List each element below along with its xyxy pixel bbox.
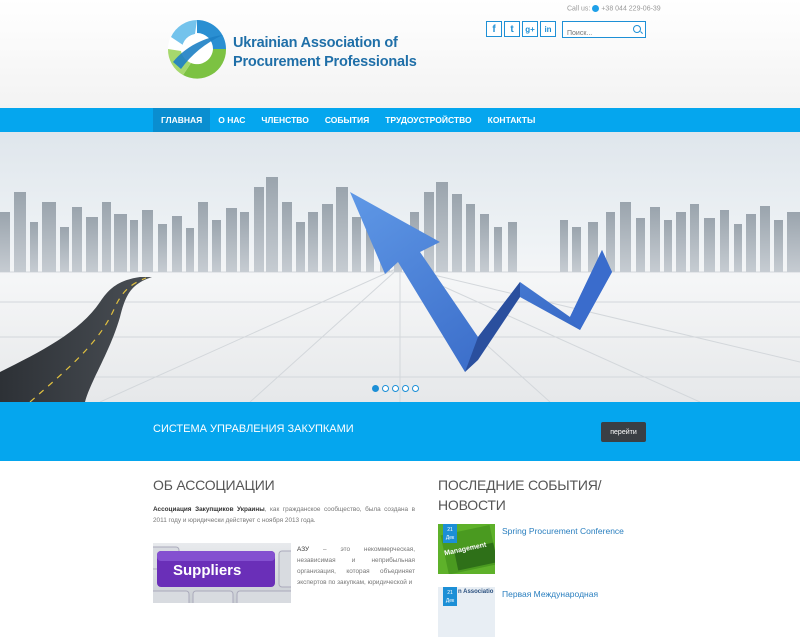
phone-number: +38 044 229-06-39: [601, 5, 661, 13]
date-month: Дек: [445, 598, 455, 604]
about-heading: ОБ АССОЦИАЦИИ: [153, 477, 275, 493]
org-name-line2: Procurement Professionals: [233, 54, 417, 70]
contact-label: Call us:: [567, 5, 591, 13]
go-button[interactable]: перейти: [601, 422, 646, 442]
nav-item-employment[interactable]: ТРУДОУСТРОЙСТВО: [377, 108, 479, 132]
news-title-link[interactable]: Первая Международная: [502, 589, 598, 599]
date-badge: 21 Дек: [443, 524, 457, 543]
twitter-icon[interactable]: t: [504, 21, 520, 37]
about-p1-lead[interactable]: Ассоциация Закупщиков Украины: [153, 506, 265, 513]
slider-dot-5[interactable]: [412, 385, 419, 392]
news-item: Management 21 Дек Spring Procurement Con…: [438, 524, 648, 574]
about-paragraph-2: АЗУ – это некоммерческая, независимая и …: [297, 544, 415, 588]
news-heading: ПОСЛЕДНИЕ СОБЫТИЯ/ НОВОСТИ: [438, 477, 602, 513]
contact-info: Call us: +38 044 229-06-39: [567, 5, 661, 12]
about-p2-lead: АЗУ: [297, 546, 310, 553]
slider-dots: [372, 385, 419, 392]
news-item: n Associatio 21 Дек Первая Международная: [438, 587, 648, 637]
banner-text: СИСТЕМА УПРАВЛЕНИЯ ЗАКУПКАМИ: [153, 423, 354, 435]
date-day: 21: [447, 527, 453, 533]
skype-icon[interactable]: [592, 5, 600, 12]
org-name-line1: Ukrainian Association of: [233, 35, 398, 51]
search-box: [562, 21, 646, 41]
main-nav: ГЛАВНАЯ О НАС ЧЛЕНСТВО СОБЫТИЯ ТРУДОУСТР…: [0, 108, 800, 132]
date-month: Дек: [445, 535, 455, 541]
suppliers-keyboard-image: Suppliers: [153, 543, 291, 603]
news-thumbnail[interactable]: Management 21 Дек: [438, 524, 495, 574]
slider-dot-1[interactable]: [372, 385, 379, 392]
about-paragraph-1: Ассоциация Закупщиков Украины, как гражд…: [153, 505, 415, 526]
procurement-banner: СИСТЕМА УПРАВЛЕНИЯ ЗАКУПКАМИ перейти: [0, 402, 800, 461]
slider-dot-4[interactable]: [402, 385, 409, 392]
news-title-link[interactable]: Spring Procurement Conference: [502, 526, 624, 536]
nav-item-events[interactable]: СОБЫТИЯ: [317, 108, 377, 132]
nav-item-home[interactable]: ГЛАВНАЯ: [153, 108, 211, 132]
slider-dot-3[interactable]: [392, 385, 399, 392]
nav-item-about[interactable]: О НАС: [210, 108, 253, 132]
facebook-icon[interactable]: f: [486, 21, 502, 37]
slide-image: [0, 177, 800, 402]
about-p2-text: – это некоммерческая, независимая и непр…: [297, 546, 415, 586]
nav-item-contacts[interactable]: КОНТАКТЫ: [480, 108, 544, 132]
search-input[interactable]: [563, 26, 635, 41]
news-thumb-label: n Associatio: [458, 589, 494, 595]
news-thumbnail[interactable]: n Associatio 21 Дек: [438, 587, 495, 637]
date-day: 21: [447, 590, 453, 596]
slider-dot-2[interactable]: [382, 385, 389, 392]
organization-name[interactable]: Ukrainian Association of Procurement Pro…: [233, 34, 417, 72]
linkedin-icon[interactable]: in: [540, 21, 556, 37]
association-logo[interactable]: [165, 17, 229, 81]
hero-slider[interactable]: [0, 132, 800, 402]
social-links: f t g+ in: [486, 21, 556, 37]
googleplus-icon[interactable]: g+: [522, 21, 538, 37]
date-badge: 21 Дек: [443, 587, 457, 606]
search-icon[interactable]: [633, 25, 641, 33]
suppliers-key-label: Suppliers: [173, 562, 242, 579]
site-header: Ukrainian Association of Procurement Pro…: [0, 0, 800, 108]
nav-item-membership[interactable]: ЧЛЕНСТВО: [253, 108, 316, 132]
